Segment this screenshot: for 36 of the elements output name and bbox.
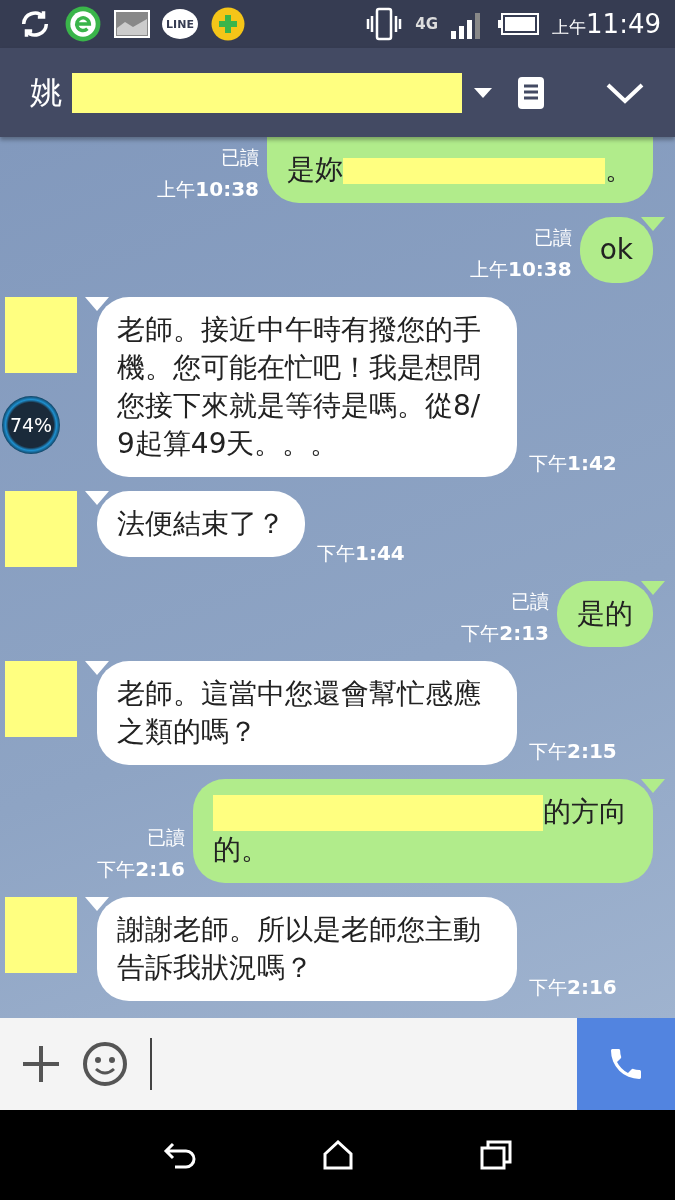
message-text: 謝謝老師。所以是老師您主動告訴我狀況嗎？ [117, 912, 482, 986]
read-receipt: 已讀 [221, 145, 259, 170]
battery-icon [498, 12, 541, 36]
network-label: 4G [415, 15, 439, 33]
message-text: 法便結束了？ [117, 506, 285, 542]
message-text: 老師。這當中您還會幫忙感應之類的嗎？ [117, 676, 482, 750]
back-icon[interactable] [162, 1140, 197, 1170]
message-time: 上午10:38 [157, 177, 259, 203]
caret-icon[interactable] [472, 85, 494, 100]
message-text: 是的 [577, 596, 633, 632]
contact-name: 姚 [30, 71, 62, 113]
message-text: 老師。接近中午時有撥您的手機。您可能在忙吧！我是想問您接下來就是等待是嗎。從8/9起算49天。。。 [117, 312, 482, 462]
message-time: 下午1:42 [529, 451, 617, 477]
image-icon [114, 10, 150, 38]
emoji-icon[interactable] [82, 1041, 128, 1087]
message-text: 的方向的。 [213, 794, 628, 868]
call-button[interactable] [577, 1018, 675, 1110]
message-time: 下午2:15 [529, 739, 617, 765]
vibrate-icon [365, 7, 404, 41]
message-time: 下午1:44 [317, 541, 405, 567]
home-icon[interactable] [322, 1140, 355, 1170]
notes-icon[interactable] [517, 75, 545, 110]
recent-apps-icon[interactable] [480, 1140, 513, 1170]
status-time: 上午11:49 [552, 9, 661, 39]
message-time: 下午2:13 [461, 621, 549, 647]
plus-circle-icon [210, 6, 246, 42]
read-receipt: 已讀 [533, 225, 572, 250]
message-time: 下午2:16 [97, 857, 185, 883]
message-time: 下午2:16 [529, 975, 617, 1001]
message-text: ok [599, 232, 633, 268]
message-time: 上午10:38 [469, 257, 572, 283]
browser-icon [64, 5, 102, 43]
read-receipt: 已讀 [511, 589, 549, 614]
plus-icon[interactable] [20, 1043, 62, 1085]
app-badge: LINE [162, 9, 198, 39]
read-receipt: 已讀 [147, 825, 185, 850]
